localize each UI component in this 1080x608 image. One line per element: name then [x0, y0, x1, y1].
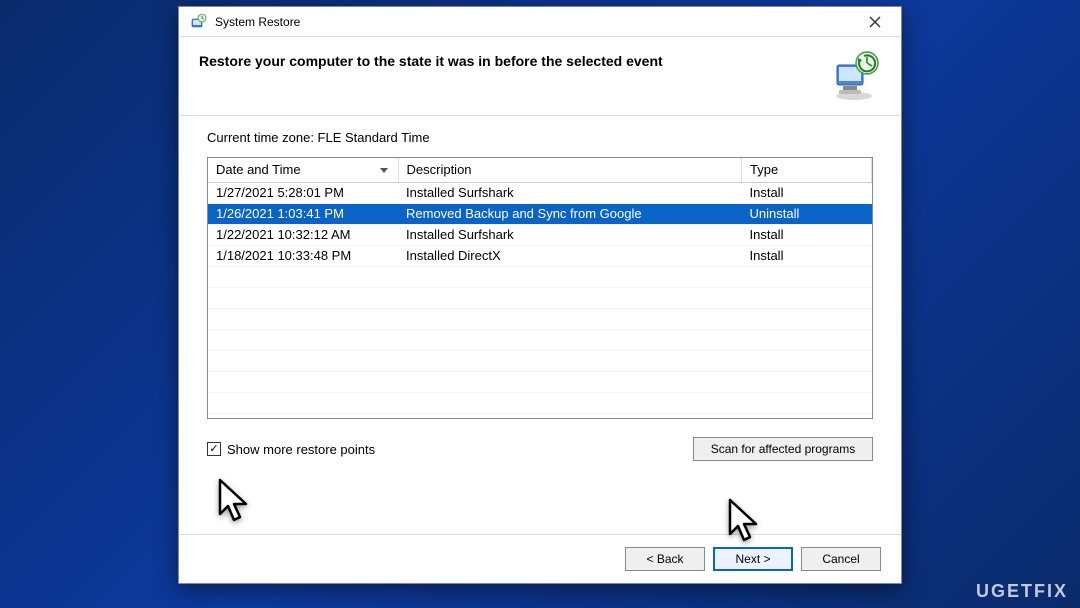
table-cell: Uninstall — [742, 203, 872, 224]
table-cell: Installed Surfshark — [398, 182, 742, 203]
table-row[interactable]: 1/18/2021 10:33:48 PMInstalled DirectXIn… — [208, 245, 872, 266]
close-icon — [869, 16, 881, 28]
below-table-row: ✓ Show more restore points Scan for affe… — [207, 437, 873, 461]
table-cell: 1/22/2021 10:32:12 AM — [208, 224, 398, 245]
table-row — [208, 266, 872, 287]
system-restore-icon — [189, 13, 207, 31]
checkbox-icon: ✓ — [207, 442, 221, 456]
column-header-date[interactable]: Date and Time — [208, 158, 398, 182]
close-button[interactable] — [855, 9, 895, 35]
back-button[interactable]: < Back — [625, 547, 705, 571]
table-cell: 1/26/2021 1:03:41 PM — [208, 203, 398, 224]
table-row[interactable]: 1/22/2021 10:32:12 AMInstalled Surfshark… — [208, 224, 872, 245]
window-title: System Restore — [215, 15, 855, 29]
table-cell: Install — [742, 224, 872, 245]
table-row[interactable]: 1/26/2021 1:03:41 PMRemoved Backup and S… — [208, 203, 872, 224]
table-cell: 1/27/2021 5:28:01 PM — [208, 182, 398, 203]
table-cell: Install — [742, 245, 872, 266]
scan-affected-button[interactable]: Scan for affected programs — [693, 437, 873, 461]
system-restore-dialog: System Restore Restore your computer to … — [178, 6, 902, 584]
timezone-label: Current time zone: FLE Standard Time — [207, 130, 873, 145]
table-row — [208, 308, 872, 329]
column-header-type[interactable]: Type — [742, 158, 872, 182]
wizard-heading: Restore your computer to the state it wa… — [199, 49, 827, 69]
system-restore-large-icon — [827, 49, 881, 103]
show-more-checkbox[interactable]: ✓ Show more restore points — [207, 442, 375, 457]
table-row — [208, 371, 872, 392]
table-row — [208, 329, 872, 350]
restore-points-table[interactable]: Date and Time Description Type 1/27/2021… — [207, 157, 873, 419]
table-row — [208, 350, 872, 371]
table-cell: Installed Surfshark — [398, 224, 742, 245]
cancel-button[interactable]: Cancel — [801, 547, 881, 571]
wizard-button-bar: < Back Next > Cancel — [179, 534, 901, 583]
show-more-label: Show more restore points — [227, 442, 375, 457]
watermark-text: UGETFIX — [976, 581, 1068, 602]
table-row — [208, 392, 872, 413]
table-cell: Installed DirectX — [398, 245, 742, 266]
next-button[interactable]: Next > — [713, 547, 793, 571]
table-cell: Install — [742, 182, 872, 203]
wizard-content: Current time zone: FLE Standard Time Dat… — [179, 116, 901, 534]
table-row[interactable]: 1/27/2021 5:28:01 PMInstalled SurfsharkI… — [208, 182, 872, 203]
titlebar: System Restore — [179, 7, 901, 37]
column-header-description[interactable]: Description — [398, 158, 742, 182]
table-cell: Removed Backup and Sync from Google — [398, 203, 742, 224]
wizard-header: Restore your computer to the state it wa… — [179, 37, 901, 111]
table-row — [208, 287, 872, 308]
table-cell: 1/18/2021 10:33:48 PM — [208, 245, 398, 266]
